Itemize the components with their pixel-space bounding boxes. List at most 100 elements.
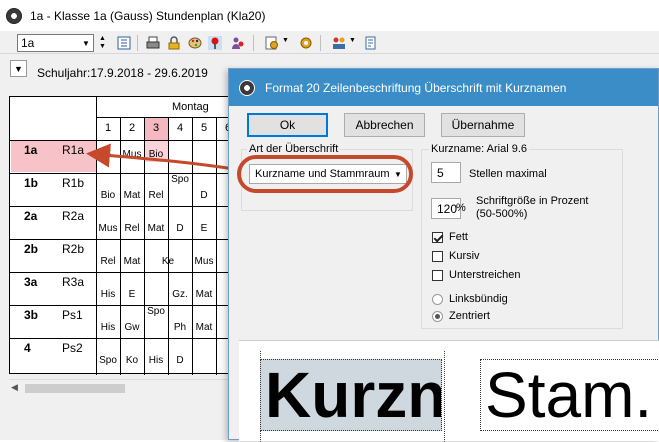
people-icon[interactable] bbox=[231, 36, 245, 50]
grid-line bbox=[96, 117, 242, 118]
class-label[interactable]: 2b bbox=[24, 242, 38, 256]
apply-button[interactable]: Übernahme bbox=[441, 113, 525, 137]
period-header: 1 bbox=[104, 122, 112, 134]
room-label[interactable]: R1b bbox=[62, 176, 84, 190]
room-label[interactable]: R2a bbox=[62, 209, 84, 223]
timetable-grid[interactable]: Montag 1234561aR1a1bR1b2aR2a2bR2b3aR3a3b… bbox=[9, 96, 242, 375]
format-preview: Kurzn Stam. bbox=[239, 340, 659, 442]
collapse-button[interactable]: ▼ bbox=[10, 60, 27, 77]
lesson-cell[interactable]: D bbox=[192, 190, 216, 201]
users-dropdown-icon[interactable] bbox=[332, 36, 346, 50]
untis-app-icon bbox=[239, 79, 255, 96]
lesson-cell[interactable]: E bbox=[120, 289, 144, 300]
align-center-radio[interactable] bbox=[432, 311, 443, 322]
lesson-cell[interactable]: Ph bbox=[168, 322, 192, 333]
lesson-cell[interactable]: His bbox=[96, 289, 120, 300]
class-label[interactable]: 1b bbox=[24, 176, 38, 190]
period-header: 4 bbox=[176, 122, 184, 134]
highlight-callout bbox=[237, 155, 413, 193]
dialog-title: Format 20 Zeilenbeschriftung Überschrift… bbox=[265, 80, 567, 95]
palette-icon[interactable] bbox=[188, 36, 202, 50]
class-spin-buttons[interactable]: ▲ ▼ bbox=[99, 35, 109, 51]
grid-line bbox=[96, 272, 242, 273]
align-left-radio[interactable] bbox=[432, 294, 443, 305]
underline-checkbox[interactable] bbox=[432, 270, 443, 281]
chevron-down-icon[interactable]: ▼ bbox=[349, 37, 356, 44]
gear-dropdown-icon[interactable] bbox=[265, 36, 279, 50]
grid-line bbox=[10, 305, 96, 306]
pin-icon[interactable] bbox=[208, 36, 222, 50]
lesson-cell[interactable]: D bbox=[168, 223, 192, 234]
lesson-cell[interactable]: Rel bbox=[120, 223, 144, 234]
lesson-cell[interactable]: Mus bbox=[192, 256, 216, 267]
italic-checkbox[interactable] bbox=[432, 251, 443, 262]
chevron-down-icon[interactable]: ▼ bbox=[79, 35, 93, 51]
period-header: 5 bbox=[200, 122, 208, 134]
lock-icon[interactable] bbox=[167, 36, 181, 50]
lesson-cell[interactable]: Mus bbox=[96, 223, 120, 234]
bold-checkbox[interactable] bbox=[432, 232, 443, 243]
lesson-cell[interactable]: Gz. bbox=[168, 289, 192, 300]
font-label: Kurzname: Arial 9.6 bbox=[429, 143, 529, 155]
settings-icon[interactable] bbox=[299, 36, 313, 50]
print-icon[interactable] bbox=[146, 36, 160, 50]
lesson-cell[interactable]: Mat bbox=[192, 322, 216, 333]
room-label[interactable]: R1a bbox=[62, 143, 84, 157]
lesson-cell[interactable]: D bbox=[168, 355, 192, 366]
class-label[interactable]: 1a bbox=[24, 143, 37, 157]
lesson-cell[interactable]: Bio bbox=[144, 149, 168, 160]
grid-line bbox=[96, 338, 242, 339]
format-dialog: Format 20 Zeilenbeschriftung Überschrift… bbox=[228, 68, 659, 442]
room-label[interactable]: R3a bbox=[62, 275, 84, 289]
scrollbar-thumb[interactable] bbox=[25, 384, 125, 393]
room-label[interactable]: Ps1 bbox=[62, 308, 83, 322]
dialog-title-bar: Format 20 Zeilenbeschriftung Überschrift… bbox=[229, 69, 658, 106]
lesson-cell[interactable]: Gw bbox=[120, 322, 144, 333]
scroll-left-icon[interactable]: ◀ bbox=[11, 382, 18, 393]
underline-label: Unterstreichen bbox=[449, 269, 521, 281]
cancel-button[interactable]: Abbrechen bbox=[344, 113, 425, 137]
grid-line bbox=[96, 206, 242, 207]
lesson-cell[interactable]: Mat bbox=[144, 223, 168, 234]
grid-line bbox=[10, 338, 96, 339]
class-label[interactable]: 4 bbox=[24, 341, 31, 355]
lesson-cell[interactable]: Mat bbox=[120, 190, 144, 201]
preview-short-name: Kurzn bbox=[265, 359, 442, 431]
class-label[interactable]: 3b bbox=[24, 308, 38, 322]
lesson-cell[interactable]: Ke bbox=[156, 256, 180, 267]
lesson-cell[interactable]: His bbox=[144, 355, 168, 366]
ok-button[interactable]: Ok bbox=[247, 113, 328, 137]
toolbar-separator bbox=[320, 35, 321, 51]
class-label[interactable]: 2a bbox=[24, 209, 37, 223]
grid-line bbox=[192, 117, 193, 375]
class-selector[interactable]: 1a ▼ bbox=[17, 34, 94, 52]
lesson-cell[interactable]: Bio bbox=[96, 190, 120, 201]
lesson-cell[interactable]: Ko bbox=[120, 355, 144, 366]
lesson-cell[interactable]: Spo bbox=[168, 174, 192, 185]
grid-line bbox=[96, 239, 242, 240]
room-label[interactable]: R2b bbox=[62, 242, 84, 256]
lesson-cell[interactable]: E bbox=[192, 223, 216, 234]
lesson-cell[interactable]: Mus bbox=[120, 149, 144, 160]
lesson-cell[interactable]: Rel bbox=[144, 190, 168, 201]
grid-line bbox=[216, 117, 217, 375]
lesson-cell[interactable]: Mat bbox=[120, 256, 144, 267]
lesson-cell[interactable]: Mat bbox=[192, 289, 216, 300]
class-label[interactable]: 3a bbox=[24, 275, 37, 289]
main-window-title: 1a - Klasse 1a (Gauss) Stundenplan (Kla2… bbox=[30, 8, 266, 23]
lesson-cell[interactable]: Spo bbox=[144, 306, 168, 317]
lesson-cell[interactable]: Spo bbox=[96, 355, 120, 366]
max-chars-input[interactable]: 5 bbox=[431, 162, 461, 183]
chevron-down-icon[interactable]: ▼ bbox=[282, 37, 289, 44]
main-toolbar: 1a ▼ ▲ ▼ ▼ ▼ bbox=[0, 31, 659, 54]
export-icon[interactable] bbox=[364, 36, 378, 50]
main-title-bar: 1a - Klasse 1a (Gauss) Stundenplan (Kla2… bbox=[0, 0, 659, 31]
room-label[interactable]: Ps2 bbox=[62, 341, 83, 355]
untis-app-icon bbox=[6, 7, 22, 24]
lesson-cell[interactable]: His bbox=[96, 322, 120, 333]
lesson-cell[interactable]: E bbox=[96, 149, 120, 160]
layout-icon[interactable] bbox=[117, 36, 131, 50]
lesson-cell[interactable]: Rel bbox=[96, 256, 120, 267]
horizontal-scrollbar[interactable]: ◀ bbox=[9, 379, 241, 396]
preview-guide-line bbox=[444, 351, 445, 442]
